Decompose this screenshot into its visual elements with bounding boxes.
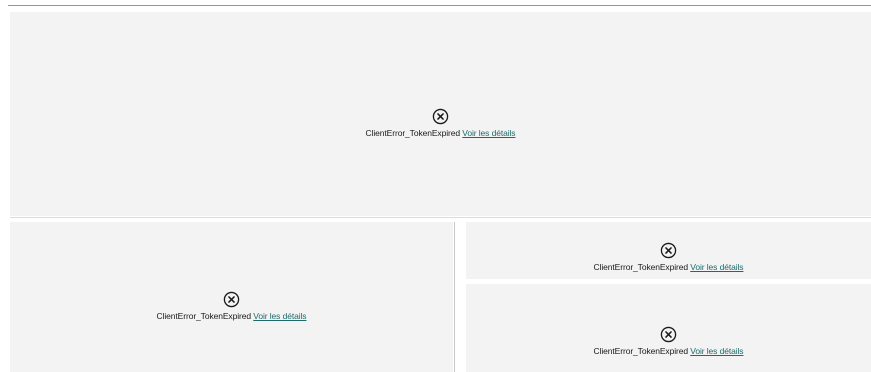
error-text-line: ClientError_TokenExpired Voir les détail…: [594, 346, 744, 356]
error-message: ClientError_TokenExpired Voir les détail…: [366, 108, 516, 138]
error-code: ClientError_TokenExpired: [593, 261, 689, 272]
close-circle-icon: [660, 242, 677, 258]
see-details-link[interactable]: Voir les détails: [690, 262, 743, 272]
see-details-link[interactable]: Voir les détails: [690, 346, 743, 356]
error-message: ClientError_TokenExpired Voir les détail…: [594, 326, 744, 356]
error-text-line: ClientError_TokenExpired Voir les détail…: [594, 262, 744, 272]
visual-tile-right-top[interactable]: ClientError_TokenExpired Voir les détail…: [466, 222, 871, 279]
visual-tile-bottom-left[interactable]: ClientError_TokenExpired Voir les détail…: [10, 222, 453, 372]
close-circle-icon: [432, 108, 449, 125]
header-divider: [8, 5, 871, 6]
close-circle-icon: [660, 326, 677, 342]
error-code: ClientError_TokenExpired: [156, 311, 252, 321]
visual-tile-top[interactable]: ClientError_TokenExpired Voir les détail…: [10, 12, 871, 216]
visual-tile-right-bottom[interactable]: ClientError_TokenExpired Voir les détail…: [466, 284, 871, 372]
close-circle-icon: [223, 291, 240, 308]
see-details-link[interactable]: Voir les détails: [462, 128, 515, 138]
error-code: ClientError_TokenExpired: [593, 345, 689, 356]
error-message: ClientError_TokenExpired Voir les détail…: [594, 242, 744, 272]
error-text-line: ClientError_TokenExpired Voir les détail…: [366, 128, 516, 138]
horizontal-divider: [10, 217, 871, 218]
error-message: ClientError_TokenExpired Voir les détail…: [157, 291, 307, 321]
see-details-link[interactable]: Voir les détails: [253, 311, 306, 321]
error-code: ClientError_TokenExpired: [365, 128, 461, 138]
error-text-line: ClientError_TokenExpired Voir les détail…: [157, 311, 307, 321]
dashboard-canvas: ClientError_TokenExpired Voir les détail…: [0, 0, 871, 372]
vertical-divider: [454, 222, 455, 372]
